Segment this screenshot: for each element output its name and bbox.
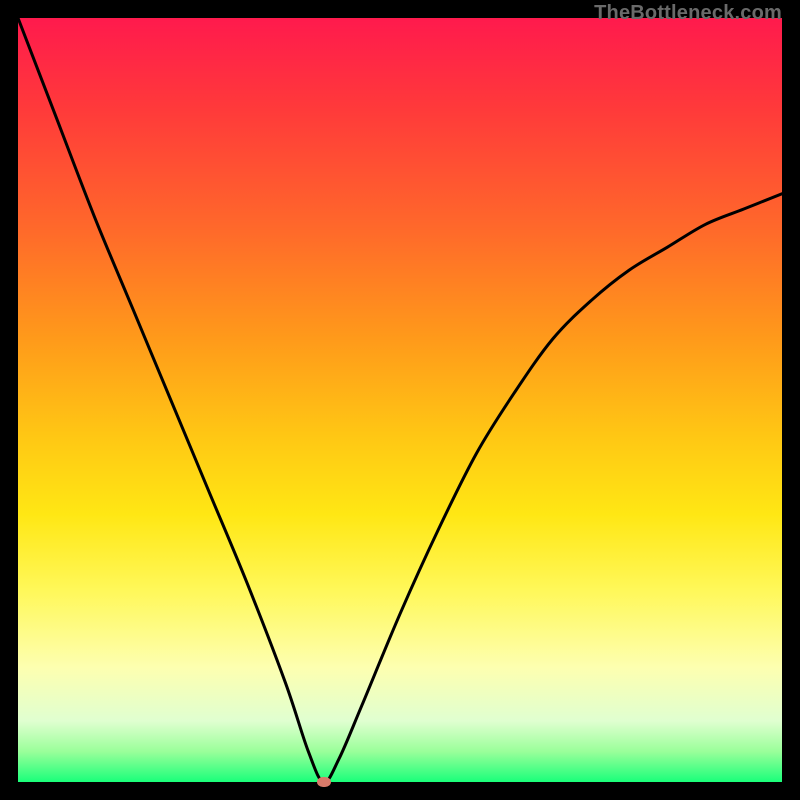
optimal-point-marker [317,777,331,787]
curve-layer [18,18,782,782]
bottleneck-curve-line [18,18,782,782]
chart-container: TheBottleneck.com [0,0,800,800]
watermark-text: TheBottleneck.com [594,2,782,25]
